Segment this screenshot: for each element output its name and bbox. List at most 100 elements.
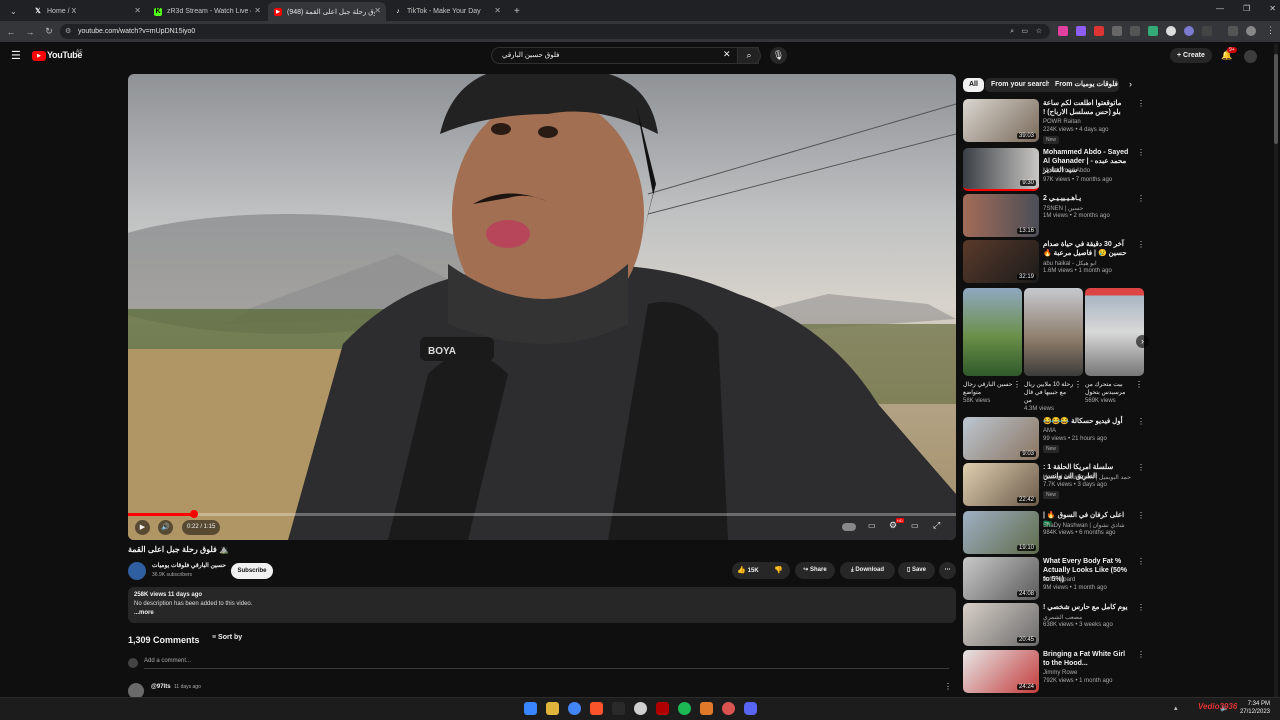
recommendation-channel[interactable]: مصعب الشمري <box>1043 614 1082 621</box>
share-button[interactable]: ↪ Share <box>795 562 835 579</box>
subscribe-button[interactable]: Subscribe <box>231 563 273 579</box>
fullscreen-icon[interactable]: ⤢ <box>933 520 940 531</box>
more-vertical-icon[interactable]: ⋮ <box>1137 557 1145 566</box>
brave-icon[interactable] <box>590 702 603 715</box>
more-vertical-icon[interactable]: ⋮ <box>1137 148 1145 157</box>
video-thumbnail[interactable]: 13:16 <box>963 194 1039 237</box>
video-thumbnail[interactable]: 20:45 <box>963 603 1039 646</box>
recommendation-channel[interactable]: POWR Raitan <box>1043 119 1081 125</box>
comment-more-icon[interactable]: ⋮ <box>944 682 952 691</box>
tab-kick[interactable]: KzR3d Stream - Watch Live on K✕ <box>148 2 266 21</box>
back-arrow-icon[interactable]: ← <box>3 27 19 37</box>
more-vertical-icon[interactable]: ⋮ <box>1137 463 1145 472</box>
video-thumbnail[interactable]: 22:42 <box>963 463 1039 506</box>
short-thumbnail[interactable] <box>1024 288 1083 376</box>
bookmark-star-icon[interactable]: ☆ <box>1036 24 1042 39</box>
site-info-icon[interactable]: ⚙ <box>65 24 71 39</box>
tab-tiktok[interactable]: ♪ TikTok - Make Your Day ✕ <box>388 2 506 21</box>
search-button[interactable]: ⌕ <box>737 47 761 64</box>
recommendation-title[interactable]: أول فيديو حسكالة 😂😂😂 <box>1043 417 1131 426</box>
recommendation-channel[interactable]: Jeff Nippard <box>1043 577 1075 583</box>
downloads-icon[interactable] <box>1228 26 1238 36</box>
subtitles-icon[interactable]: ▭ <box>868 521 876 530</box>
recommendation-channel[interactable]: 7SNEN | حسين <box>1043 205 1083 212</box>
recommendation-channel[interactable]: Mohammed Abdo <box>1043 168 1090 174</box>
start-menu-icon[interactable] <box>524 702 537 715</box>
extension-icon[interactable] <box>1094 26 1104 36</box>
account-avatar[interactable] <box>1244 50 1257 63</box>
recommendation-title[interactable]: آخر 30 دقيقة في حياة صدام حسين 😢 | فاصيل… <box>1043 240 1131 258</box>
app-icon[interactable] <box>612 702 625 715</box>
more-vertical-icon[interactable]: ⋮ <box>1137 650 1145 659</box>
zoom-icon[interactable]: ⌕ <box>1010 24 1014 39</box>
add-comment-input[interactable]: Add a comment... <box>144 658 949 669</box>
app-icon[interactable] <box>634 702 647 715</box>
theater-mode-icon[interactable]: ▭ <box>911 521 919 530</box>
close-icon[interactable]: ✕ <box>254 6 261 15</box>
progress-bar[interactable] <box>128 513 956 516</box>
short-title[interactable]: حسين البارقي رجال متواضع <box>963 381 1013 397</box>
clear-search-icon[interactable]: ✕ <box>723 49 731 60</box>
more-vertical-icon[interactable]: ⋮ <box>1137 417 1145 426</box>
more-vertical-icon[interactable]: ⋮ <box>1137 240 1145 249</box>
video-thumbnail[interactable]: 39:03 <box>963 99 1039 142</box>
tab-youtube[interactable]: ▶ (948) فلوق رحلة جبل اعلى القمة✕ <box>268 2 386 21</box>
extension-icon[interactable] <box>1112 26 1122 36</box>
tab-list-button[interactable]: ⌄ <box>4 2 26 21</box>
spotify-icon[interactable] <box>678 702 691 715</box>
more-vertical-icon[interactable]: ⋮ <box>1013 380 1021 389</box>
short-thumbnail[interactable] <box>1085 288 1144 376</box>
volume-button[interactable]: 🔊 <box>158 520 173 535</box>
new-tab-button[interactable]: + <box>508 2 528 21</box>
extension-icon[interactable] <box>1148 26 1158 36</box>
search-input[interactable]: فلوق حسين البارقي <box>491 47 759 64</box>
video-thumbnail[interactable]: 19:10 <box>963 511 1039 554</box>
close-window-icon[interactable]: ✕ <box>1269 4 1276 13</box>
chevron-right-icon[interactable]: › <box>1129 79 1132 89</box>
voice-search-icon[interactable]: 🎙 <box>770 47 787 64</box>
page-scrollbar[interactable] <box>1274 44 1278 697</box>
extension-icon[interactable] <box>1130 26 1140 36</box>
profile-avatar[interactable] <box>1246 26 1256 36</box>
file-explorer-icon[interactable] <box>546 702 559 715</box>
more-vertical-icon[interactable]: ⋮ <box>1137 511 1145 520</box>
browser-menu-icon[interactable]: ⋮ <box>1266 25 1275 36</box>
chrome-icon[interactable] <box>568 702 581 715</box>
short-thumbnail[interactable] <box>963 288 1022 376</box>
cast-icon[interactable]: ▭ <box>1021 24 1028 39</box>
short-title[interactable]: رحلة 10 ملايين ريال مع جيبيها في قال من <box>1024 381 1074 405</box>
recommendation-title[interactable]: Bringing a Fat White Girl to the Hood... <box>1043 650 1131 668</box>
short-title[interactable]: بيت متحرك من مرسيدس بتحول <box>1085 381 1135 397</box>
more-vertical-icon[interactable]: ⋮ <box>1137 99 1145 108</box>
video-thumbnail[interactable]: 24:08 <box>963 557 1039 600</box>
reload-icon[interactable]: ↻ <box>41 26 57 37</box>
more-vertical-icon[interactable]: ⋮ <box>1137 603 1145 612</box>
video-thumbnail[interactable]: 9:30 <box>963 148 1039 191</box>
video-thumbnail[interactable]: 24:24 <box>963 650 1039 693</box>
scrollbar-thumb[interactable] <box>1274 54 1278 144</box>
video-thumbnail[interactable]: 32:19 <box>963 240 1039 283</box>
close-icon[interactable]: ✕ <box>494 6 501 15</box>
recommendation-channel[interactable]: AMA <box>1043 428 1056 434</box>
close-icon[interactable]: ✕ <box>134 6 141 15</box>
like-button[interactable]: 👍 15K <box>737 566 759 574</box>
wifi-icon[interactable]: ▴ <box>1174 704 1178 712</box>
short-item[interactable]: رحلة 10 ملايين ريال مع جيبيها في قال من … <box>1024 288 1083 412</box>
commenter-handle[interactable]: @97lts <box>151 684 171 690</box>
recommendation-channel[interactable]: Jimmy Rowe <box>1043 670 1077 676</box>
recommendation-channel[interactable]: Hamad Albuwaymil | حمد البويميل <box>1043 474 1131 481</box>
save-button[interactable]: ▯ Save <box>898 562 935 579</box>
discord-icon[interactable] <box>744 702 757 715</box>
app-icon[interactable] <box>700 702 713 715</box>
app-icon[interactable] <box>722 702 735 715</box>
recommendation-title[interactable]: يـاهـيـييـيـي 2 <box>1043 194 1131 203</box>
extension-icon[interactable] <box>1184 26 1194 36</box>
sort-comments-button[interactable]: ≡ Sort by <box>212 634 242 641</box>
more-vertical-icon[interactable]: ⋮ <box>1137 194 1145 203</box>
recommendation-channel[interactable]: ShaDy Nashwan | شادي نشوان <box>1043 522 1125 529</box>
minimize-icon[interactable]: — <box>1216 4 1224 13</box>
tab-x[interactable]: 𝕏 Home / X ✕ <box>28 2 146 21</box>
chip-from-search[interactable]: From your search <box>985 78 1057 92</box>
system-clock[interactable]: 7:34 PM 27/12/2023 <box>1238 700 1270 716</box>
autoplay-toggle[interactable] <box>842 523 856 531</box>
